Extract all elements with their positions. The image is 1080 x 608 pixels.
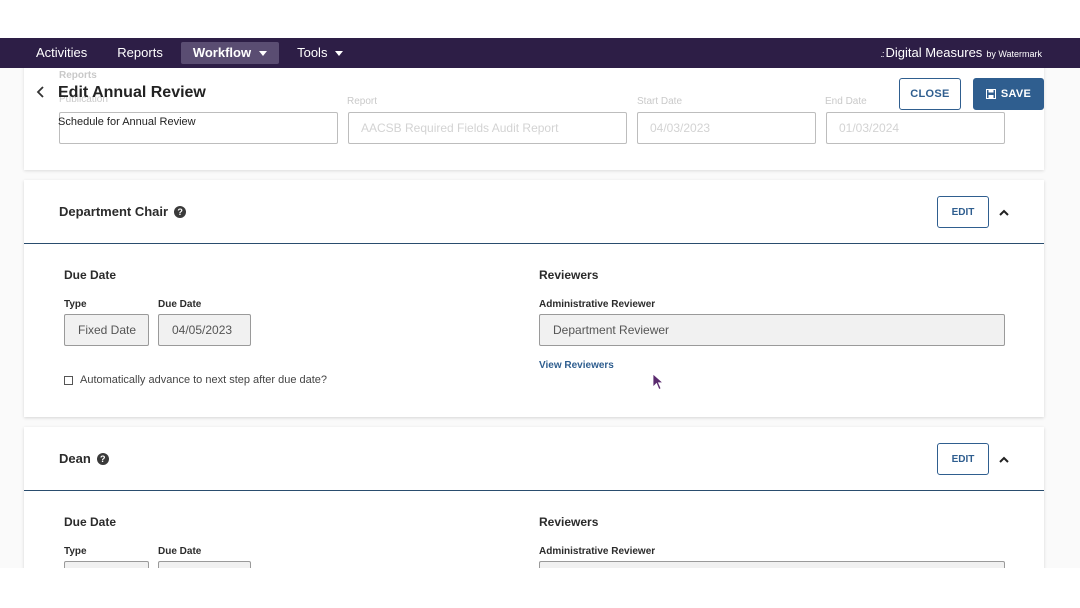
save-button[interactable]: SAVE <box>973 78 1044 110</box>
step-title-text: Dean <box>59 451 91 466</box>
edit-header: Edit Annual Review Schedule for Annual R… <box>24 68 1044 136</box>
step-card-header: Department Chair? EDIT <box>24 180 1044 244</box>
admin-reviewer-field[interactable] <box>539 561 1005 568</box>
step-title: Dean? <box>59 451 109 466</box>
brand-logo: .: Digital Measures by Watermark <box>880 38 1042 68</box>
save-button-label: SAVE <box>1000 88 1032 100</box>
save-disk-icon <box>985 89 996 99</box>
step-title-text: Department Chair <box>59 204 169 219</box>
close-button-label: CLOSE <box>910 88 950 100</box>
nav-item-activities[interactable]: Activities <box>24 42 99 64</box>
brand-mark-icon: .: <box>880 49 884 59</box>
edit-button-label: EDIT <box>951 453 975 465</box>
step-card-department-chair: Department Chair? EDIT Due Date Type Fix… <box>24 180 1044 417</box>
type-field[interactable] <box>64 561 149 568</box>
brand-name: Digital Measures <box>885 45 983 60</box>
edit-button-label: EDIT <box>951 206 975 218</box>
edit-step-button[interactable]: EDIT <box>937 196 989 228</box>
caret-down-icon <box>335 50 344 56</box>
page-title: Edit Annual Review <box>58 84 206 101</box>
edit-step-button[interactable]: EDIT <box>937 443 989 475</box>
top-nav-bar: Activities Reports Workflow Tools .: Digi… <box>0 38 1080 68</box>
due-date-heading: Due Date <box>64 268 117 282</box>
admin-reviewer-label: Administrative Reviewer <box>539 299 656 310</box>
back-arrow-icon[interactable] <box>34 85 48 99</box>
type-label: Type <box>64 299 87 310</box>
type-label: Type <box>64 546 87 557</box>
due-date-label: Due Date <box>158 299 202 310</box>
nav-item-label: Workflow <box>192 45 252 60</box>
step-card-header: Dean? EDIT <box>24 427 1044 491</box>
reviewers-heading: Reviewers <box>539 515 599 529</box>
nav-item-workflow[interactable]: Workflow <box>180 42 280 64</box>
nav-item-label: Reports <box>117 45 163 60</box>
nav-item-tools[interactable]: Tools <box>285 42 355 64</box>
due-date-label: Due Date <box>158 546 202 557</box>
help-icon[interactable]: ? <box>96 452 109 465</box>
caret-down-icon <box>259 50 268 56</box>
auto-advance-option: Automatically advance to next step after… <box>64 374 327 386</box>
page-subtitle: Schedule for Annual Review <box>58 116 196 128</box>
admin-reviewer-label: Administrative Reviewer <box>539 546 656 557</box>
main-content: Reports Publication Report AACSB Require… <box>0 68 1080 568</box>
help-icon[interactable]: ? <box>174 205 187 218</box>
close-button[interactable]: CLOSE <box>899 78 961 110</box>
auto-advance-label: Automatically advance to next step after… <box>80 374 328 386</box>
due-date-heading: Due Date <box>64 515 117 529</box>
mouse-cursor-icon <box>652 373 664 391</box>
auto-advance-checkbox[interactable] <box>64 375 73 385</box>
nav-item-reports[interactable]: Reports <box>105 42 175 64</box>
step-card-dean: Dean? EDIT Due Date Type Due Date Review… <box>24 427 1044 568</box>
brand-suffix: by Watermark <box>986 49 1042 59</box>
nav-item-label: Activities <box>36 45 88 60</box>
nav-item-label: Tools <box>297 45 328 60</box>
type-field[interactable]: Fixed Date <box>64 314 149 346</box>
admin-reviewer-field[interactable]: Department Reviewer <box>539 314 1005 346</box>
step-title: Department Chair? <box>59 204 187 219</box>
chevron-up-icon[interactable] <box>999 455 1009 463</box>
due-date-field[interactable] <box>158 561 251 568</box>
view-reviewers-link[interactable]: View Reviewers <box>539 360 614 371</box>
due-date-field[interactable]: 04/05/2023 <box>158 314 251 346</box>
app-viewport: Activities Reports Workflow Tools .: Digi… <box>0 0 1080 608</box>
chevron-up-icon[interactable] <box>999 208 1009 216</box>
reviewers-heading: Reviewers <box>539 268 599 282</box>
